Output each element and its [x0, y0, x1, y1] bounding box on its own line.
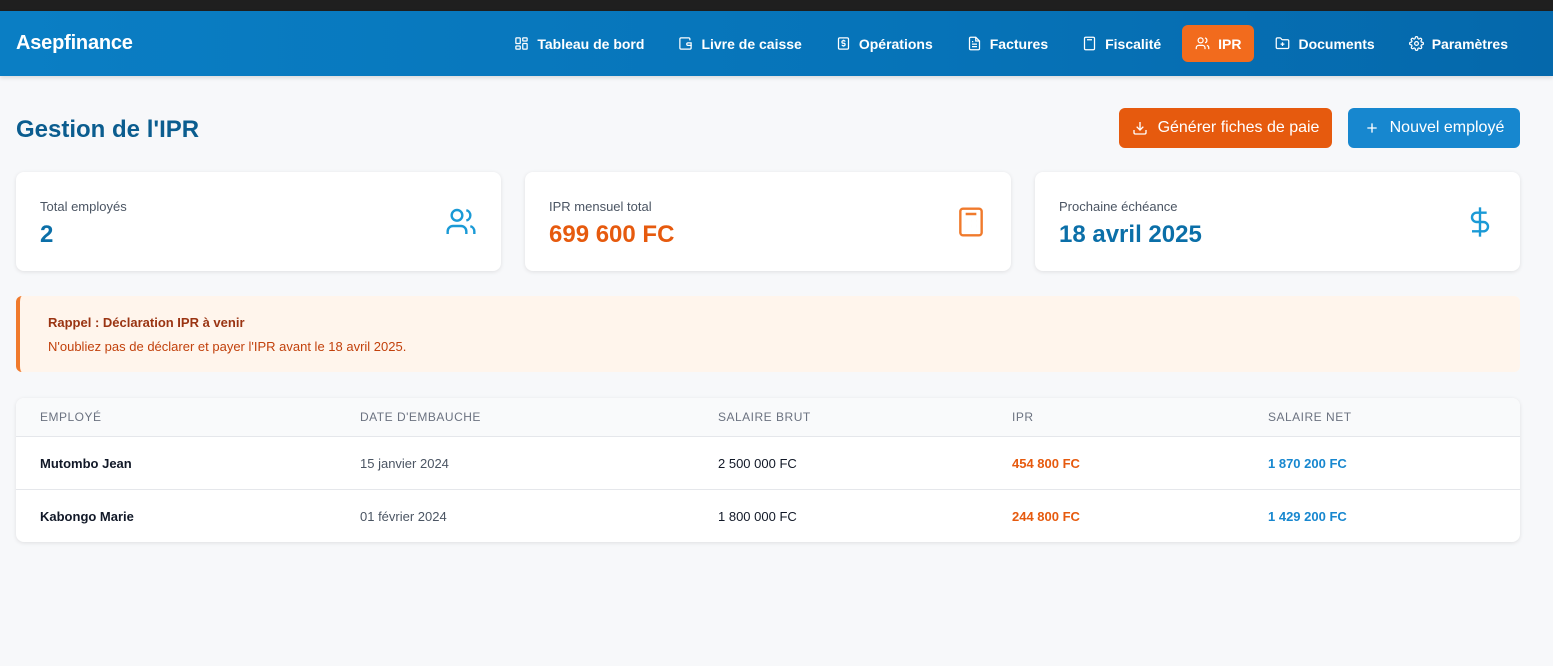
wallet-icon	[679, 37, 693, 50]
table-header: Employé Date d'embauche Salaire brut IPR…	[16, 398, 1520, 437]
nav-label: Paramètres	[1431, 35, 1508, 52]
nav-label: Fiscalité	[1105, 35, 1162, 52]
employee-name: Mutombo Jean	[40, 456, 132, 471]
nav-item-fiscalite[interactable]: Fiscalité	[1069, 25, 1174, 62]
nav-item-livre-de-caisse[interactable]: Livre de caisse	[665, 25, 814, 62]
page-title: Gestion de l'IPR	[16, 116, 200, 143]
dollar-doc-icon	[837, 37, 849, 50]
gear-icon	[1408, 36, 1424, 51]
generate-payslips-button[interactable]: Générer fiches de paie	[1119, 108, 1332, 148]
table-row[interactable]: Mutombo Jean 15 janvier 2024 2 500 000 F…	[16, 437, 1520, 490]
users-icon	[1195, 37, 1210, 50]
nav-item-parametres[interactable]: Paramètres	[1396, 25, 1521, 62]
nav-item-tableau-de-bord[interactable]: Tableau de bord	[501, 25, 657, 62]
stat-card-next-deadline: Prochaine échéance 18 avril 2025	[1035, 172, 1520, 271]
column-header-hire-date[interactable]: Date d'embauche	[360, 410, 481, 424]
nav-item-operations[interactable]: Opérations	[823, 25, 946, 62]
net-salary: 1 429 200 FC	[1268, 509, 1347, 524]
new-employee-label: Nouvel employé	[1389, 119, 1505, 136]
gross-salary: 2 500 000 FC	[718, 456, 797, 471]
nav-item-documents[interactable]: Documents	[1262, 25, 1387, 62]
stat-value: 699 600 FC	[549, 221, 675, 248]
brand-logo[interactable]: Asepfinance	[16, 32, 133, 55]
window-top-strip	[0, 0, 1553, 11]
nav-label: Factures	[989, 35, 1049, 52]
users-icon	[446, 208, 476, 234]
column-header-employee[interactable]: Employé	[40, 410, 102, 424]
folder-icon	[1276, 37, 1290, 50]
alert-text: N'oubliez pas de déclarer et payer l'IPR…	[48, 339, 407, 354]
stat-card-monthly-ipr: IPR mensuel total 699 600 FC	[525, 172, 1011, 271]
dashboard-icon	[515, 37, 529, 50]
nav-item-factures[interactable]: Factures	[954, 25, 1061, 62]
column-header-net-salary[interactable]: Salaire net	[1268, 410, 1352, 424]
stat-value: 18 avril 2025	[1059, 221, 1202, 248]
plus-icon	[1366, 123, 1377, 133]
download-icon	[1132, 122, 1147, 135]
table-row[interactable]: Kabongo Marie 01 février 2024 1 800 000 …	[16, 490, 1520, 542]
nav-item-ipr[interactable]: IPR	[1182, 25, 1255, 62]
hire-date: 01 février 2024	[360, 509, 447, 524]
calculator-icon	[959, 207, 983, 237]
nav-label: Documents	[1298, 35, 1375, 52]
invoice-icon	[968, 36, 980, 51]
stat-label: IPR mensuel total	[549, 199, 652, 214]
top-navbar: Asepfinance Tableau de bord Livre de cai…	[0, 11, 1553, 76]
column-header-gross-salary[interactable]: Salaire brut	[718, 410, 811, 424]
new-employee-button[interactable]: Nouvel employé	[1348, 108, 1520, 148]
hire-date: 15 janvier 2024	[360, 456, 449, 471]
stat-label: Total employés	[40, 199, 127, 214]
net-salary: 1 870 200 FC	[1268, 456, 1347, 471]
employees-table: Employé Date d'embauche Salaire brut IPR…	[16, 398, 1520, 542]
calculator-icon	[1083, 36, 1096, 51]
stat-value: 2	[40, 221, 54, 248]
alert-title: Rappel : Déclaration IPR à venir	[48, 315, 245, 330]
stat-label: Prochaine échéance	[1059, 199, 1178, 214]
ipr-reminder-alert: Rappel : Déclaration IPR à venir N'oubli…	[16, 296, 1520, 372]
gross-salary: 1 800 000 FC	[718, 509, 797, 524]
nav-label: Livre de caisse	[701, 35, 802, 52]
nav-label: Opérations	[858, 35, 933, 52]
nav-label: IPR	[1218, 35, 1242, 52]
ipr-amount: 454 800 FC	[1012, 456, 1080, 471]
stat-card-total-employees: Total employés 2	[16, 172, 501, 271]
dollar-icon	[1470, 207, 1490, 237]
ipr-amount: 244 800 FC	[1012, 509, 1080, 524]
nav-label: Tableau de bord	[537, 35, 645, 52]
main-nav: Tableau de bord Livre de caisse Opératio…	[493, 25, 1521, 62]
employee-name: Kabongo Marie	[40, 509, 134, 524]
column-header-ipr[interactable]: IPR	[1012, 410, 1034, 424]
generate-payslips-label: Générer fiches de paie	[1157, 119, 1320, 136]
